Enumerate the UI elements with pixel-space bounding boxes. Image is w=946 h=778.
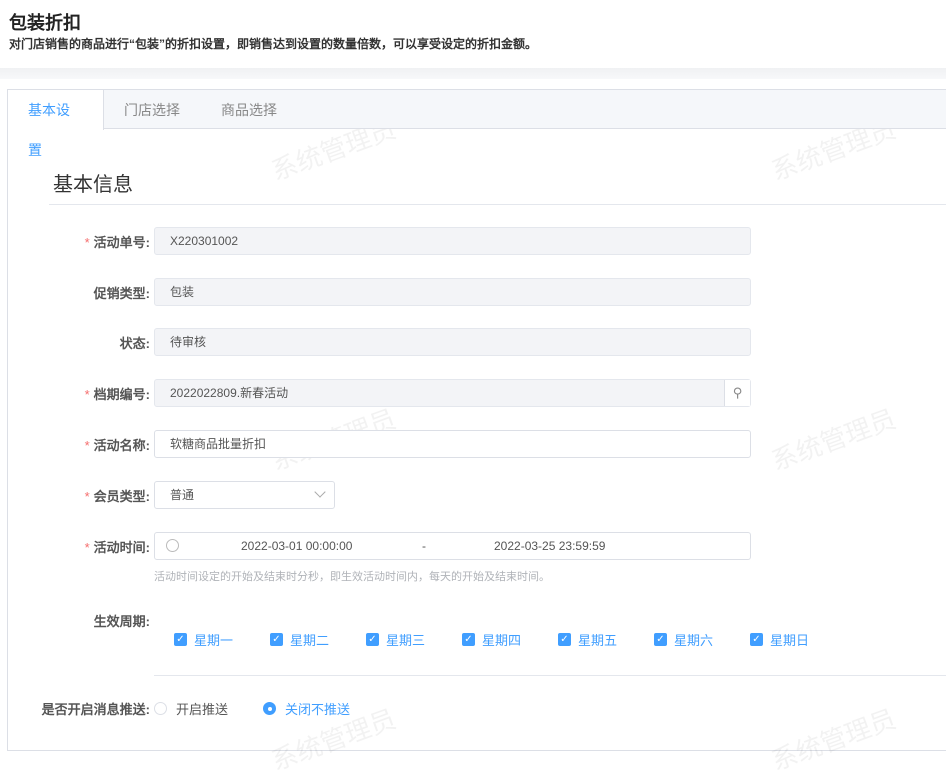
activity-time-range[interactable]: 2022-03-01 00:00:00 - 2022-03-25 23:59:5… xyxy=(154,532,751,560)
status-label: 状态: xyxy=(119,336,150,351)
period-no-value: 2022022809.新春活动 xyxy=(170,386,289,400)
member-type-value: 普通 xyxy=(170,488,195,502)
chevron-down-icon xyxy=(314,486,326,498)
radio-push-on[interactable]: 开启推送 xyxy=(154,699,228,718)
activity-name-label: * 活动名称: xyxy=(84,438,150,453)
start-time[interactable]: 2022-03-01 00:00:00 xyxy=(241,533,352,559)
period-no-field[interactable]: 2022022809.新春活动 ⚲ xyxy=(154,379,751,407)
radio-push-off[interactable]: 关闭不推送 xyxy=(263,699,350,718)
check-icon: ✓ xyxy=(366,633,379,646)
tab-basic-settings[interactable]: 基本设置 xyxy=(8,90,104,158)
checkbox-thursday[interactable]: ✓ 星期四 xyxy=(462,630,521,649)
tab-bar: 基本设置 门店选择 商品选择 xyxy=(8,90,946,158)
checkbox-tuesday[interactable]: ✓ 星期二 xyxy=(270,630,329,649)
check-icon: ✓ xyxy=(462,633,475,646)
end-time[interactable]: 2022-03-25 23:59:59 xyxy=(494,533,605,559)
checkbox-monday[interactable]: ✓ 星期一 xyxy=(174,630,233,649)
search-icon[interactable]: ⚲ xyxy=(724,380,750,406)
watermark: 系统管理员 xyxy=(767,403,900,477)
checkbox-saturday[interactable]: ✓ 星期六 xyxy=(654,630,713,649)
cycle-label: 生效周期: xyxy=(93,614,150,629)
section-title: 基本信息 xyxy=(53,174,133,196)
page-title: 包装折扣 xyxy=(9,13,81,33)
activity-name-input[interactable]: 软糖商品批量折扣 xyxy=(154,430,751,458)
period-no-label: * 档期编号: xyxy=(84,387,150,402)
tab-store-select[interactable]: 门店选择 xyxy=(104,90,200,129)
clock-icon xyxy=(166,539,179,552)
checkbox-wednesday[interactable]: ✓ 星期三 xyxy=(366,630,425,649)
check-icon: ✓ xyxy=(654,633,667,646)
member-type-select[interactable]: 普通 xyxy=(154,481,335,509)
divider xyxy=(49,204,946,205)
checkbox-sunday[interactable]: ✓ 星期日 xyxy=(750,630,809,649)
member-type-label: * 会员类型: xyxy=(84,489,150,504)
divider xyxy=(154,675,946,676)
radio-selected-icon xyxy=(263,702,276,715)
promo-type-field[interactable]: 包装 xyxy=(154,278,751,306)
promo-type-label: 促销类型: xyxy=(93,286,150,301)
activity-time-label: * 活动时间: xyxy=(84,540,150,555)
activity-no-label: * 活动单号: xyxy=(84,235,150,250)
form-card: 系统管理员 系统管理员 系统管理员 系统管理员 系统管理员 系统管理员 基本设置… xyxy=(7,89,946,776)
check-icon: ✓ xyxy=(558,633,571,646)
page-subtitle: 对门店销售的商品进行“包装”的折扣设置，即销售达到设置的数量倍数，可以享受设定的… xyxy=(9,37,538,51)
status-field[interactable]: 待审核 xyxy=(154,328,751,356)
check-icon: ✓ xyxy=(174,633,187,646)
range-separator: - xyxy=(422,539,426,553)
activity-time-hint: 活动时间设定的开始及结束时分秒，即生效活动时间内，每天的开始及结束时间。 xyxy=(154,571,550,583)
radio-icon xyxy=(154,702,167,715)
check-icon: ✓ xyxy=(750,633,763,646)
checkbox-friday[interactable]: ✓ 星期五 xyxy=(558,630,617,649)
divider-band xyxy=(0,68,946,79)
push-label: 是否开启消息推送: xyxy=(41,702,150,717)
watermark: 系统管理员 xyxy=(767,703,900,777)
check-icon: ✓ xyxy=(270,633,283,646)
tab-product-select[interactable]: 商品选择 xyxy=(201,90,297,129)
activity-no-field[interactable]: X220301002 xyxy=(154,227,751,255)
